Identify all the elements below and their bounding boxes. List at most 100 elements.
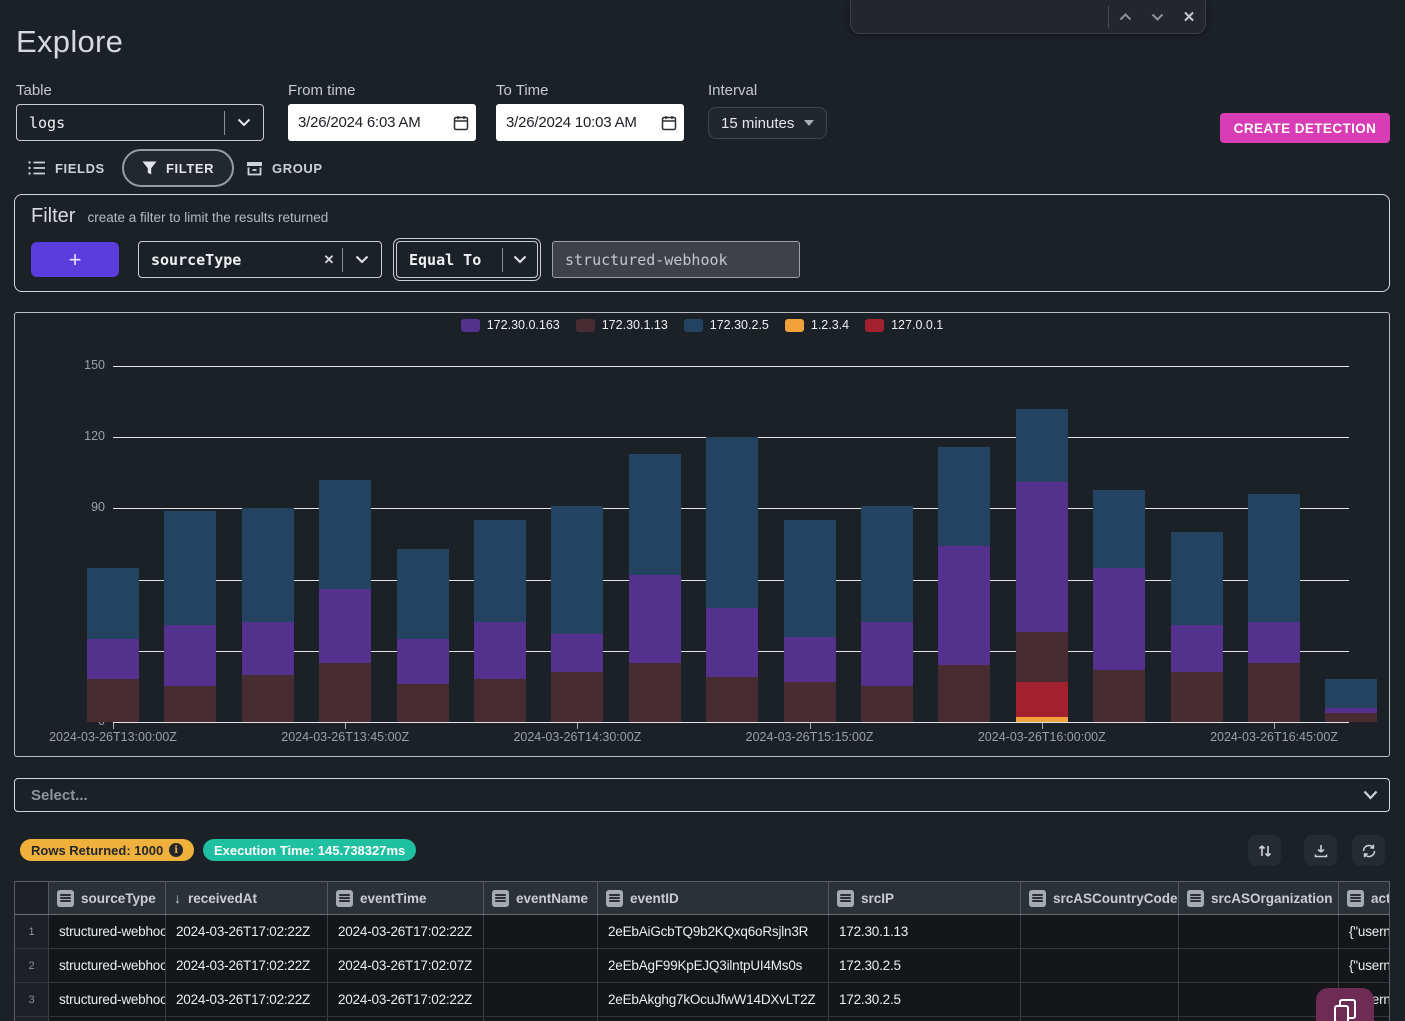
group-button[interactable]: GROUP [246, 152, 323, 184]
bar-segment [164, 686, 216, 722]
column-select-placeholder: Select... [15, 787, 1351, 804]
table-cell: 2eEbAiGcbTQ9b2KQxq6oRsjln3R [598, 915, 829, 948]
filter-field-value: sourceType [139, 251, 316, 269]
column-header-actor[interactable]: actor [1339, 882, 1390, 914]
table-cell: 172.30.1.13 [829, 915, 1021, 948]
page-title: Explore [16, 24, 123, 60]
rows-returned-badge: Rows Returned: 1000 i [20, 839, 194, 861]
column-select[interactable]: Select... [14, 778, 1390, 812]
interval-value: 15 minutes [721, 115, 794, 132]
download-results-button[interactable] [1304, 835, 1337, 866]
calendar-icon[interactable] [654, 115, 684, 131]
add-filter-button[interactable]: + [31, 242, 119, 277]
table-cell: structured-webhook [49, 915, 166, 948]
clear-field-icon[interactable]: ✕ [316, 252, 342, 268]
column-type-icon [606, 890, 623, 907]
column-header-label: eventID [630, 891, 679, 906]
bar-segment [1325, 708, 1377, 713]
bar-segment [1016, 409, 1068, 483]
table-cell: structured-webhook [49, 949, 166, 982]
fields-button[interactable]: FIELDS [28, 152, 105, 184]
chevron-down-icon [1151, 13, 1164, 21]
bar-segment [474, 520, 526, 622]
bar-segment [1016, 632, 1068, 682]
table-select[interactable]: logs [16, 104, 264, 141]
refresh-button[interactable] [1352, 835, 1385, 866]
explore-page: ✕ Explore Table From time To Time Interv… [0, 0, 1405, 1021]
bar-segment [319, 589, 371, 663]
table-cell: 2eEbAkghg7kOcuJfwW14DXvLT2Z [598, 983, 829, 1016]
from-time-label: From time [288, 82, 356, 99]
bar-segment [938, 447, 990, 547]
bar-segment [87, 568, 139, 639]
bar-segment [1016, 482, 1068, 631]
bar-segment [1016, 717, 1068, 722]
table-cell [49, 1017, 166, 1021]
bar-segment [1171, 532, 1223, 625]
filter-value-input[interactable]: structured-webhook [552, 241, 800, 278]
find-next-button[interactable] [1141, 0, 1173, 33]
interval-label: Interval [708, 82, 757, 99]
column-header-eventName[interactable]: eventName [484, 882, 598, 914]
chevron-down-icon [343, 255, 381, 264]
column-header-sourceType[interactable]: sourceType [49, 882, 166, 914]
column-header-eventTime[interactable]: eventTime [328, 882, 484, 914]
filter-field-select[interactable]: sourceType ✕ [138, 241, 382, 278]
table-cell: 172.30.2.5 [829, 983, 1021, 1016]
filter-panel: Filter create a filter to limit the resu… [14, 194, 1390, 292]
column-header-srcASOrganization[interactable]: srcASOrganization [1179, 882, 1339, 914]
bar-segment [242, 622, 294, 674]
sort-rows-button[interactable] [1248, 835, 1281, 866]
create-detection-button[interactable]: CREATE DETECTION [1220, 113, 1390, 143]
bar-segment [242, 508, 294, 622]
info-icon[interactable]: i [169, 843, 183, 857]
docs-widget-button[interactable] [1316, 988, 1374, 1021]
column-type-icon [837, 890, 854, 907]
find-close-button[interactable]: ✕ [1173, 0, 1205, 33]
bar-segment [1171, 672, 1223, 722]
table-label: Table [16, 82, 52, 99]
list-icon [28, 161, 46, 175]
chart-plot-area: 03060901201502024-03-26T13:00:00Z2024-03… [15, 313, 1389, 756]
bar-segment [1325, 679, 1377, 707]
calendar-icon[interactable] [446, 115, 476, 131]
filter-operator-select[interactable]: Equal To [396, 241, 538, 278]
table-cell [484, 983, 598, 1016]
to-time-label: To Time [496, 82, 549, 99]
table-cell [1179, 915, 1339, 948]
column-header-receivedAt[interactable]: ↓receivedAt [166, 882, 328, 914]
interval-select[interactable]: 15 minutes [708, 107, 827, 139]
chevron-down-icon [1351, 790, 1389, 800]
find-previous-button[interactable] [1109, 0, 1141, 33]
bar-segment [1171, 625, 1223, 672]
table-cell: 2024-03-26T17:02:22Z [328, 983, 484, 1016]
bar-segment [1016, 682, 1068, 718]
group-label: GROUP [272, 161, 323, 176]
column-type-icon [1347, 890, 1364, 907]
from-time-input[interactable]: 3/26/2024 6:03 AM [288, 104, 476, 141]
bar-segment [319, 480, 371, 589]
bar-segment [1093, 568, 1145, 670]
bar-segment [861, 686, 913, 722]
table-cell: 2024-03-26T17:02:22Z [328, 915, 484, 948]
column-header-eventID[interactable]: eventID [598, 882, 829, 914]
filter-button[interactable]: FILTER [122, 149, 234, 187]
chevron-down-icon [225, 118, 263, 127]
bar-segment [1248, 622, 1300, 662]
column-header-label: srcIP [861, 891, 894, 906]
table-cell [484, 1017, 598, 1021]
from-time-value: 3/26/2024 6:03 AM [288, 114, 446, 131]
y-axis-tick-label: 120 [65, 429, 105, 443]
table-cell [328, 1017, 484, 1021]
close-icon: ✕ [1183, 8, 1196, 26]
table-cell: 2eEbAgF99KpEJQ3ilntpUI4Ms0s [598, 949, 829, 982]
bar-segment [474, 622, 526, 679]
to-time-input[interactable]: 3/26/2024 10:03 AM [496, 104, 684, 141]
find-input[interactable] [851, 0, 1108, 33]
filter-label: FILTER [166, 161, 214, 176]
x-axis-tick-label: 2024-03-26T16:00:00Z [932, 730, 1152, 744]
column-header-srcASCountryCode[interactable]: srcASCountryCode [1021, 882, 1179, 914]
column-header-srcIP[interactable]: srcIP [829, 882, 1021, 914]
table-header-row: sourceType↓receivedAteventTimeeventName e… [15, 882, 1389, 915]
table-row [15, 1017, 1389, 1021]
